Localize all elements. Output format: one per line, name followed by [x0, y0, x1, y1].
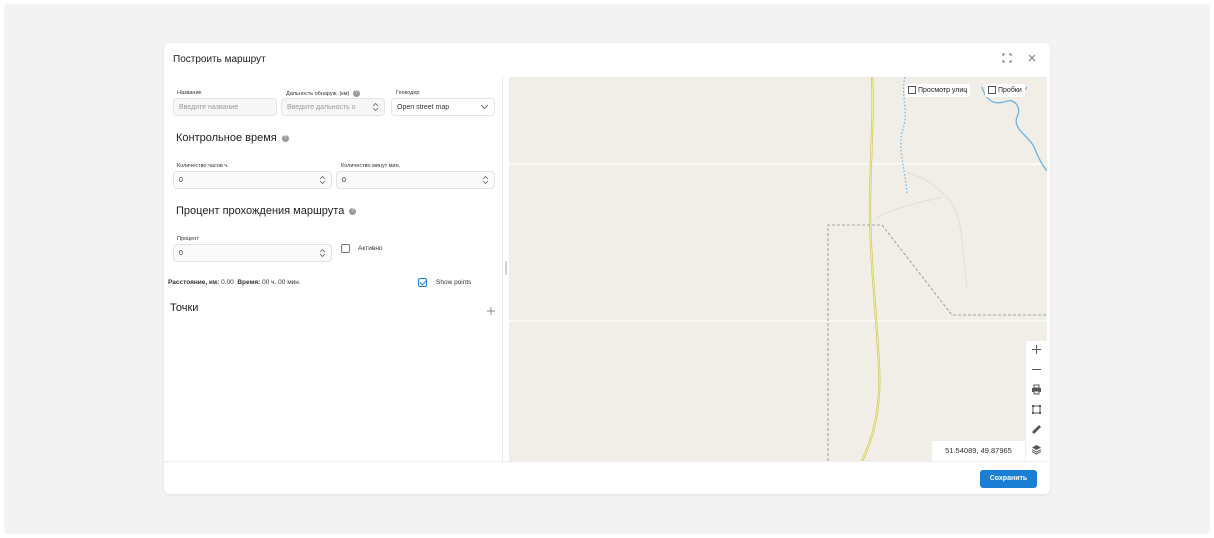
- plus-icon[interactable]: [486, 303, 496, 315]
- dialog-title: Построить маршрут: [173, 54, 266, 65]
- distance-value: 0.00: [221, 279, 234, 286]
- map-canvas: [502, 77, 1047, 461]
- hours-label: Количество часов ч.: [177, 163, 229, 169]
- geocoder-label: Геокодер: [396, 90, 420, 96]
- splitter-grip[interactable]: [505, 261, 507, 275]
- coordinates-readout: 51.54089, 49.87965: [932, 441, 1025, 461]
- layers-icon[interactable]: [1026, 441, 1047, 461]
- active-checkbox[interactable]: [341, 244, 350, 253]
- minutes-label: Количество минут мин.: [341, 163, 401, 169]
- control-time-heading: Контрольное время ?: [176, 132, 289, 144]
- points-heading: Точки: [170, 302, 199, 314]
- percent-label: Процент: [177, 236, 199, 242]
- panel-splitter[interactable]: [502, 77, 509, 461]
- help-icon[interactable]: ?: [281, 134, 289, 142]
- hours-input[interactable]: 0: [173, 171, 332, 189]
- fullscreen-icon[interactable]: [1000, 53, 1014, 67]
- stepper-icon[interactable]: [319, 175, 326, 186]
- help-icon[interactable]: ?: [352, 90, 360, 97]
- name-label: Название: [177, 90, 202, 96]
- range-input[interactable]: Введите дальность о: [281, 98, 385, 116]
- show-points-label: Show points: [436, 279, 472, 286]
- save-button[interactable]: Сохранить: [980, 470, 1037, 488]
- dialog-footer: Сохранить: [164, 461, 1050, 494]
- traffic-checkbox[interactable]: [988, 85, 996, 94]
- stepper-icon[interactable]: [372, 102, 379, 113]
- ruler-icon[interactable]: [1026, 421, 1047, 441]
- time-value: 00 ч. 00 мин.: [262, 279, 301, 286]
- geocoder-select[interactable]: Open street map: [391, 98, 495, 116]
- minutes-input[interactable]: 0: [336, 171, 495, 189]
- map-view[interactable]: Просмотр улиц Пробки 51.54089, 49.87965: [502, 77, 1047, 461]
- zoom-in-icon[interactable]: [1026, 341, 1047, 361]
- chevron-down-icon: [480, 104, 489, 111]
- close-icon[interactable]: [1025, 53, 1039, 67]
- traffic-toggle[interactable]: Пробки: [985, 84, 1025, 97]
- print-icon[interactable]: [1026, 381, 1047, 401]
- route-form: Название Введите название Дальность обна…: [164, 77, 502, 461]
- stepper-icon[interactable]: [319, 248, 326, 259]
- percent-heading: Процент прохождения маршрута ?: [176, 205, 357, 217]
- name-input[interactable]: Введите название: [173, 98, 277, 116]
- range-label: Дальность обнаруж. (км) ?: [286, 90, 360, 97]
- select-area-icon[interactable]: [1026, 401, 1047, 421]
- route-builder-dialog: Построить маршрут Название Введите назва…: [164, 43, 1050, 494]
- map-controls: [1026, 341, 1047, 461]
- street-view-toggle[interactable]: Просмотр улиц: [905, 84, 971, 97]
- time-label: Время:: [237, 279, 261, 286]
- help-icon[interactable]: ?: [349, 207, 357, 215]
- distance-label: Расстояние, км:: [168, 279, 220, 286]
- route-summary: Расстояние, км: 0.00 Время: 00 ч. 00 мин…: [168, 279, 301, 286]
- show-points-checkbox[interactable]: [418, 278, 427, 287]
- percent-input[interactable]: 0: [173, 244, 332, 262]
- active-label: Активно: [358, 245, 383, 252]
- stepper-icon[interactable]: [482, 175, 489, 186]
- zoom-out-icon[interactable]: [1026, 361, 1047, 381]
- street-view-checkbox[interactable]: [908, 85, 916, 94]
- dialog-header: Построить маршрут: [164, 43, 1050, 77]
